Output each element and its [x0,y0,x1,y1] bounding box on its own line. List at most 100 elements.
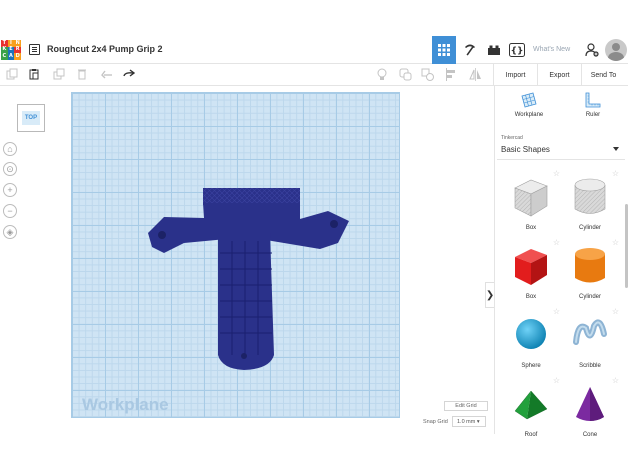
add-user-button[interactable] [582,36,602,64]
cylinder-orange-icon [575,248,605,283]
favorite-star-icon[interactable]: ☆ [612,377,619,385]
shape-roof[interactable]: ☆ Roof [502,375,560,443]
codeblocks-button[interactable]: {} [506,36,528,64]
favorite-star-icon[interactable]: ☆ [612,170,619,178]
blocks-button[interactable] [458,36,482,64]
cone-icon [576,387,604,421]
right-mount-hole [330,220,338,228]
box-red-icon [515,249,547,285]
handle-bottom-hole [241,353,247,359]
edit-toolbar: Import Export Send To [0,64,628,86]
import-button[interactable]: Import [493,64,537,86]
shape-label: Box [525,294,537,300]
bricks-button[interactable] [483,36,505,64]
cylinder-hole-icon [574,178,606,214]
favorite-star-icon[interactable]: ☆ [553,377,560,385]
copy-icon[interactable] [5,67,19,81]
chevron-right-icon: ❯ [485,289,495,301]
right-panel: Workplane Ruler Tinkercad Basic Shapes ☆ [494,86,628,438]
pickaxe-icon [465,44,475,56]
brick-icon [488,45,500,55]
fit-view-button[interactable]: ⊙ [3,162,17,176]
logo-letter: C [1,53,8,60]
ruler-tool[interactable]: Ruler [563,92,623,118]
favorite-star-icon[interactable]: ☆ [612,308,619,316]
pump-grip-model[interactable] [72,93,401,419]
tinkercad-editor: TINKERCAD Roughcut 2x4 Pump Grip 2 {} Wh… [0,36,628,438]
workplane-icon [521,92,537,108]
logo-letter: A [7,53,15,60]
send-to-button[interactable]: Send To [581,64,625,86]
redo-icon[interactable] [122,67,136,81]
export-button[interactable]: Export [537,64,581,86]
shape-label: Cylinder [578,294,601,300]
plus-icon: + [7,184,13,195]
shape-box-hole[interactable]: ☆ Box [502,168,560,236]
edit-grid-button[interactable]: Edit Grid [444,401,488,411]
grip-top-block [203,188,300,205]
paste-icon[interactable] [27,67,41,81]
view-cube[interactable]: TOP [17,104,45,132]
ruler-tool-label: Ruler [585,112,601,118]
favorite-star-icon[interactable]: ☆ [553,308,560,316]
top-bar: TINKERCAD Roughcut 2x4 Pump Grip 2 {} Wh… [0,36,628,64]
caret-down-icon [613,147,619,151]
snap-grid-select[interactable]: 1.0 mm ▾ [452,416,486,427]
duplicate-icon[interactable] [52,67,66,81]
shape-group-icon[interactable] [398,67,412,81]
view-cube-face: TOP [22,111,40,125]
fit-icon: ⊙ [6,163,14,174]
workplane-label: Workplane [82,395,169,414]
mirror-icon[interactable] [468,67,482,81]
shape-cone[interactable]: ☆ Cone [561,375,619,443]
home-view-button[interactable]: ⌂ [3,142,17,156]
shape-cylinder[interactable]: ☆ Cylinder [561,237,619,305]
workplane-grid[interactable]: Workplane [71,92,400,418]
ungroup-icon[interactable] [420,67,434,81]
design-list-icon[interactable] [29,44,40,55]
shape-sphere[interactable]: ☆ Sphere [502,306,560,374]
shape-box[interactable]: ☆ Box [502,237,560,305]
library-name: Basic Shapes [501,145,550,154]
shape-cylinder-hole[interactable]: ☆ Cylinder [561,168,619,236]
home-icon: ⌂ [7,143,13,154]
library-owner: Tinkercad [501,135,523,141]
tinkercad-logo[interactable]: TINKERCAD [1,40,21,60]
shape-label: Cone [582,432,598,438]
shape-label: Box [525,225,537,231]
user-avatar[interactable] [605,39,627,61]
workplane-tool[interactable]: Workplane [499,92,559,118]
cube-icon: ◈ [6,226,14,237]
snap-grid-label: Snap Grid [423,419,448,425]
zoom-out-button[interactable]: − [3,204,17,218]
shape-scribble[interactable]: ☆ Scribble [561,306,619,374]
light-bulb-icon[interactable] [375,67,389,81]
scribble-icon [573,319,607,345]
favorite-star-icon[interactable]: ☆ [612,239,619,247]
align-icon[interactable] [444,67,458,81]
box-hole-icon [514,179,548,217]
favorite-star-icon[interactable]: ☆ [553,170,560,178]
code-braces-icon: {} [509,43,525,57]
delete-icon[interactable] [75,67,89,81]
whats-new-link[interactable]: What's New [533,46,570,53]
perspective-button[interactable]: ◈ [3,225,17,239]
design-title[interactable]: Roughcut 2x4 Pump Grip 2 [47,44,163,54]
roof-icon [514,390,548,420]
sphere-icon [516,319,546,349]
workplane-tool-label: Workplane [514,112,544,118]
shape-label: Scribble [579,363,601,369]
svg-text:{}: {} [511,47,524,57]
3d-view-button[interactable] [432,36,456,64]
grid-view-icon [438,44,450,56]
shape-label: Sphere [521,363,541,369]
shape-label: Cylinder [578,225,601,231]
left-mount-hole [158,231,166,239]
logo-letter: D [14,53,21,60]
favorite-star-icon[interactable]: ☆ [553,239,560,247]
undo-icon[interactable] [100,67,114,81]
minus-icon: − [7,205,13,216]
add-user-icon [585,43,599,57]
shape-library-select[interactable]: Tinkercad Basic Shapes [497,132,625,160]
zoom-in-button[interactable]: + [3,183,17,197]
